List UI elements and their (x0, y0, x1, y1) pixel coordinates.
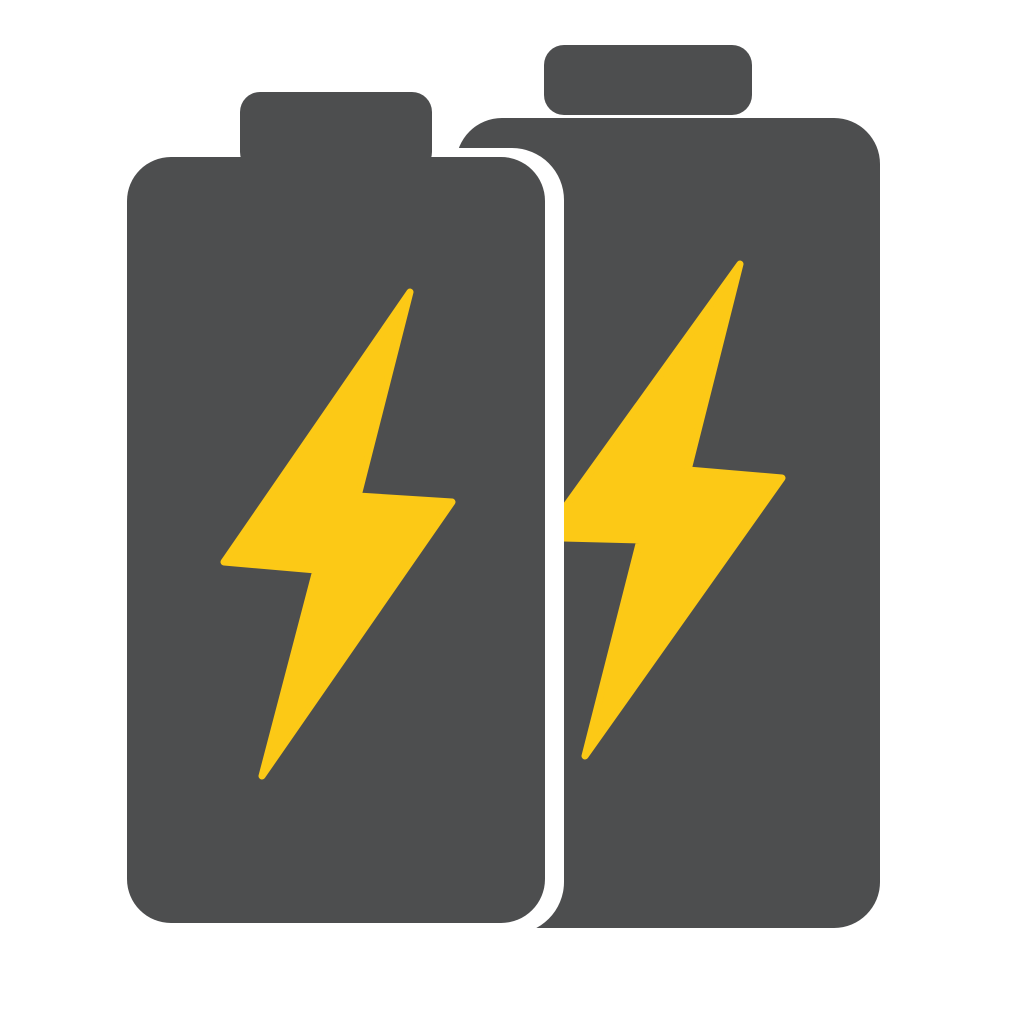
battery-front (127, 92, 545, 923)
battery-back-terminal (544, 45, 752, 115)
two-charging-batteries-icon (0, 0, 1024, 1024)
